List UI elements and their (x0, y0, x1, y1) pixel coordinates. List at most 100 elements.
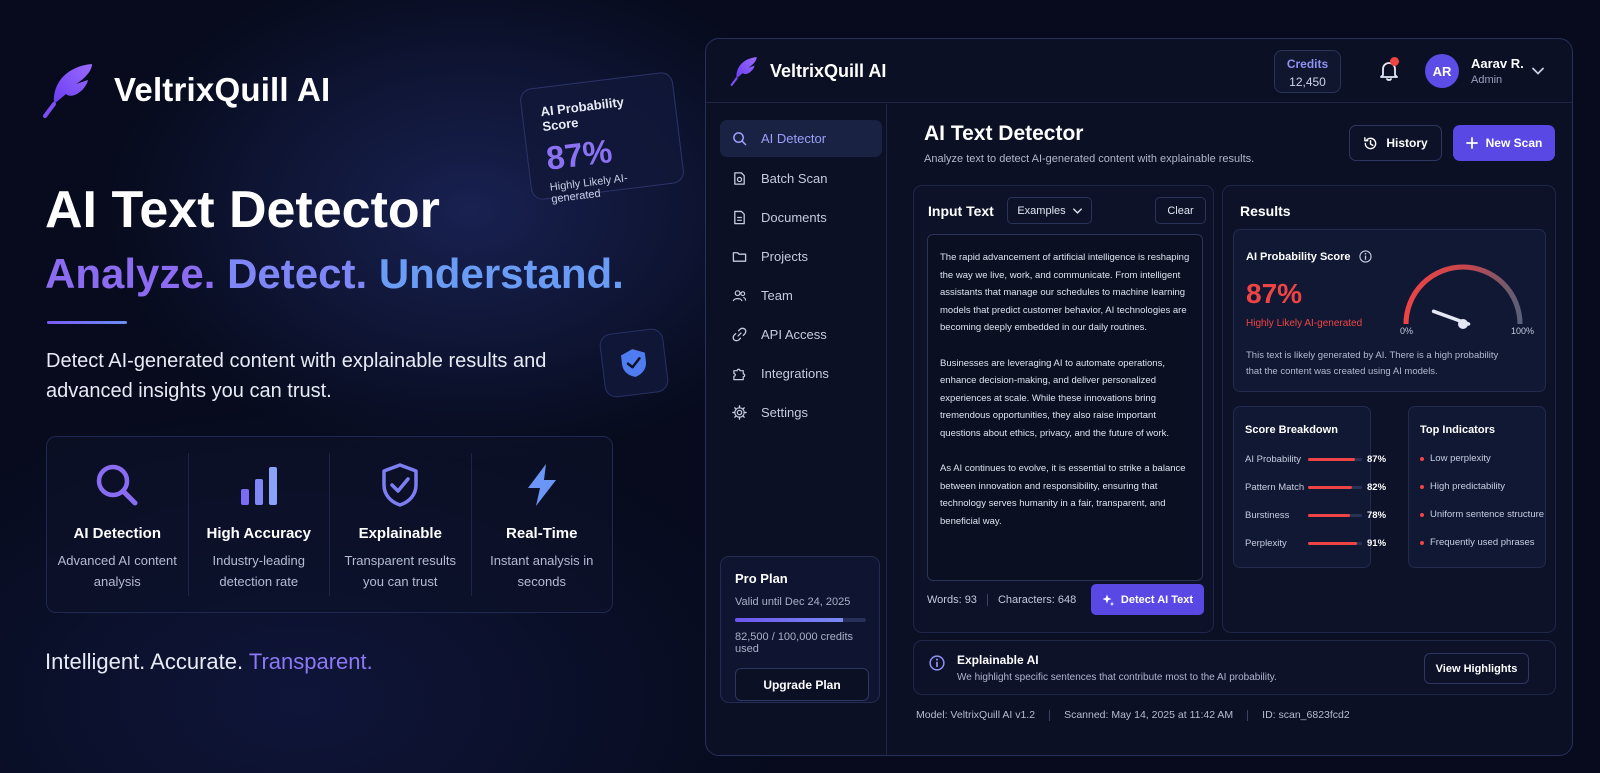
shield-check-icon (617, 345, 651, 380)
breakdown-name: AI Probability (1245, 454, 1301, 465)
breakdown-bar (1308, 486, 1362, 489)
history-icon (1363, 136, 1378, 151)
indicator-item: Uniform sentence structure (1420, 509, 1544, 520)
text-stats: Words: 93 Characters: 648 (927, 594, 1077, 607)
credits-badge[interactable]: Credits 12,450 (1274, 50, 1341, 93)
input-paragraph: As AI continues to evolve, it is essenti… (940, 463, 1186, 527)
breakdown-row: Perplexity 91% (1245, 538, 1386, 550)
breakdown-bar (1308, 542, 1362, 545)
sidebar-item-settings[interactable]: Settings (720, 394, 882, 431)
input-textarea[interactable]: The rapid advancement of artificial inte… (927, 234, 1203, 581)
breakdown-name: Pattern Match (1245, 482, 1305, 493)
sidebar-item-integrations[interactable]: Integrations (720, 355, 882, 392)
hero-divider (47, 321, 127, 324)
page-subtitle: Analyze text to detect AI-generated cont… (924, 153, 1255, 165)
credits-usage-bar (735, 618, 866, 622)
brand-name: VeltrixQuill AI (114, 71, 331, 108)
batch-icon (732, 171, 747, 186)
sidebar-item-label: Team (761, 288, 793, 303)
history-button[interactable]: History (1349, 125, 1442, 161)
subtitle-analyze: Analyze. (45, 250, 216, 297)
sidebar-item-api-access[interactable]: API Access (720, 316, 882, 353)
scan-footer: Model: VeltrixQuill AI v1.2 Scanned: May … (916, 709, 1350, 721)
bar-chart-icon (235, 461, 283, 509)
score-label-row: AI Probability Score (1246, 250, 1372, 263)
pro-plan-card: Pro Plan Valid until Dec 24, 2025 82,500… (720, 556, 880, 703)
feature-grid: AI Detection Advanced AI content analysi… (46, 436, 613, 613)
page-title: AI Text Detector (924, 122, 1084, 145)
view-highlights-button[interactable]: View Highlights (1424, 653, 1529, 684)
app-brand[interactable]: VeltrixQuill AI (730, 55, 886, 87)
character-count: Characters: 648 (997, 594, 1077, 606)
explain-desc: We highlight specific sentences that con… (957, 672, 1277, 683)
sidebar-item-batch-scan[interactable]: Batch Scan (720, 160, 882, 197)
footer-model: Model: VeltrixQuill AI v1.2 (916, 709, 1036, 721)
sidebar-item-label: Projects (761, 249, 808, 264)
sidebar: AI Detector Batch Scan Documents Project… (706, 104, 887, 755)
tagline-accent: Transparent. (248, 649, 373, 674)
sidebar-item-ai-detector[interactable]: AI Detector (720, 120, 882, 157)
breakdown-value: 78% (1367, 510, 1387, 521)
breakdown-name: Perplexity (1245, 538, 1287, 549)
upgrade-plan-button[interactable]: Upgrade Plan (735, 668, 869, 701)
info-icon[interactable] (1358, 250, 1372, 263)
breakdown-fill (1308, 486, 1353, 489)
gear-icon (732, 405, 747, 420)
score-description: This text is likely generated by AI. The… (1246, 350, 1499, 377)
sidebar-item-documents[interactable]: Documents (720, 199, 882, 236)
credits-usage-fill (735, 618, 844, 622)
sidebar-item-team[interactable]: Team (720, 277, 882, 314)
notification-dot (1390, 57, 1399, 66)
search-icon (732, 131, 747, 146)
tagline-main: Intelligent. Accurate. (45, 649, 244, 674)
footer-scan-id: ID: scan_6823fcd2 (1262, 709, 1350, 721)
hero-title: AI Text Detector (45, 181, 440, 239)
input-text-panel: Input Text Examples Clear The rapid adva… (913, 185, 1214, 633)
breakdown-bar (1308, 514, 1362, 517)
feather-logo-icon (730, 55, 760, 87)
indicator-item: Frequently used phrases (1420, 537, 1535, 548)
app-brand-name: VeltrixQuill AI (770, 60, 887, 81)
gauge-min-label: 0% (1400, 326, 1414, 336)
chevron-down-icon (1072, 207, 1082, 214)
sparkle-icon (1102, 594, 1114, 606)
detect-ai-text-button[interactable]: Detect AI Text (1091, 584, 1204, 615)
breakdown-bar (1308, 458, 1362, 461)
feature-ai-detection: AI Detection Advanced AI content analysi… (47, 453, 189, 596)
folder-icon (732, 249, 747, 264)
breakdown-row: AI Probability 87% (1245, 454, 1386, 466)
feature-desc: Instant analysis in seconds (490, 553, 594, 589)
feature-high-accuracy: High Accuracy Industry-leading detection… (189, 453, 330, 596)
info-icon (929, 655, 945, 671)
hero-description: Detect AI-generated content with explain… (46, 350, 547, 402)
feature-title: AI Detection (73, 525, 161, 542)
breakdown-fill (1308, 542, 1358, 545)
credits-value: 12,450 (1289, 75, 1326, 89)
plan-valid-until: Valid until Dec 24, 2025 (735, 596, 851, 608)
breakdown-row: Pattern Match 82% (1245, 482, 1386, 494)
footer-scanned: Scanned: May 14, 2025 at 11:42 AM (1064, 709, 1234, 721)
lightning-icon (518, 461, 566, 509)
input-text-title: Input Text (928, 203, 994, 219)
avatar[interactable]: AR (1425, 54, 1459, 88)
sidebar-item-projects[interactable]: Projects (720, 238, 882, 275)
floating-shield-card (598, 327, 670, 399)
top-indicators-card: Top Indicators Low perplexity High predi… (1408, 406, 1546, 568)
floating-score-card: AI Probability Score 87% Highly Likely A… (518, 71, 686, 206)
gauge-max-label: 100% (1511, 326, 1535, 336)
indicator-item: High predictability (1420, 481, 1505, 492)
feather-logo-icon (42, 60, 98, 120)
feature-explainable: Explainable Transparent results you can … (330, 453, 472, 596)
chevron-down-icon[interactable] (1532, 67, 1544, 75)
sidebar-item-label: Batch Scan (761, 171, 828, 186)
indicator-label: Frequently used phrases (1430, 537, 1535, 548)
new-scan-button[interactable]: New Scan (1453, 125, 1555, 161)
feature-title: High Accuracy (206, 525, 311, 542)
feature-desc: Industry-leading detection rate (212, 553, 306, 589)
examples-dropdown[interactable]: Examples (1007, 197, 1092, 224)
app-window: VeltrixQuill AI Credits 12,450 AR Aarav … (705, 38, 1573, 756)
results-title: Results (1240, 203, 1291, 219)
indicator-label: Low perplexity (1430, 453, 1491, 464)
subtitle-understand: Understand. (378, 250, 624, 297)
clear-button[interactable]: Clear (1155, 197, 1206, 224)
